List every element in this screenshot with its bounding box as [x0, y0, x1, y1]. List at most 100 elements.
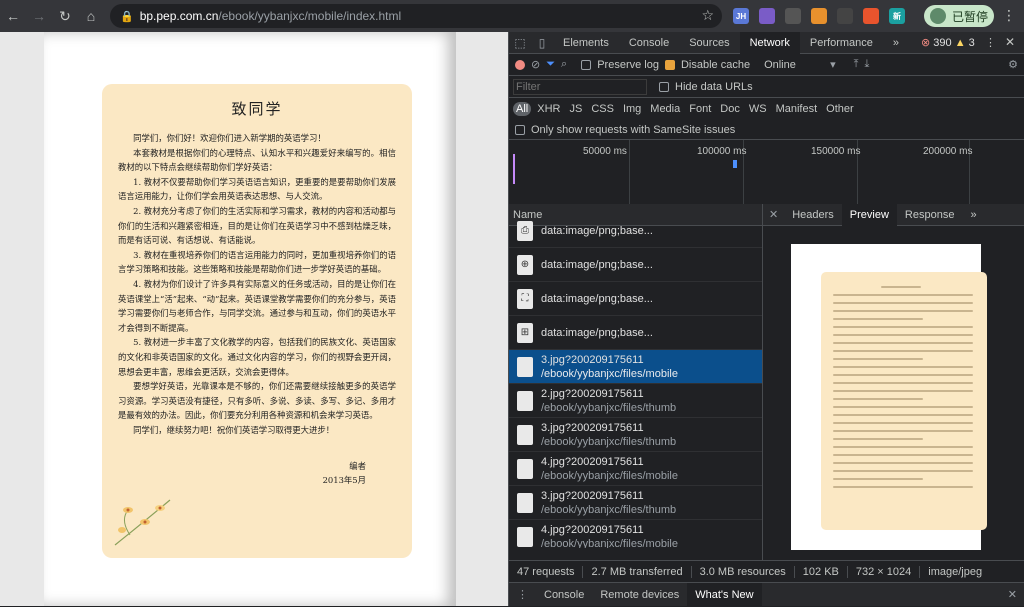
image-preview	[791, 244, 987, 550]
preview-size: 102 KB	[795, 565, 848, 578]
request-row[interactable]: 2.jpg?200209175611/ebook/yybanjxc/files/…	[509, 384, 762, 418]
profile-paused-button[interactable]: 已暂停	[924, 5, 994, 27]
zoom-icon: ⊕	[517, 254, 533, 275]
devtools-tab-sources[interactable]: Sources	[679, 32, 739, 54]
drawer-menu-icon[interactable]: ⋮	[509, 588, 536, 601]
preserve-log-checkbox[interactable]	[581, 59, 592, 70]
clear-icon[interactable]: ⊘	[531, 58, 540, 71]
request-row[interactable]: 4.jpg?200209175611/ebook/yybanjxc/files/…	[509, 452, 762, 486]
type-filter-css[interactable]: CSS	[588, 102, 617, 116]
close-detail-icon[interactable]: ✕	[763, 208, 784, 221]
extension-icon[interactable]	[863, 8, 879, 24]
type-filter-media[interactable]: Media	[647, 102, 683, 116]
bookmark-star-icon[interactable]: ☆	[701, 7, 714, 24]
type-filter-js[interactable]: JS	[566, 102, 585, 116]
letter-paragraph: 同学们，继续努力吧！祝你们英语学习取得更大进步！	[133, 424, 335, 435]
preview-text-line	[833, 294, 973, 296]
detail-tab-headers[interactable]: Headers	[784, 204, 842, 226]
issue-counts[interactable]: ⊗ 390 ▲ 3	[921, 36, 975, 49]
detail-tab-response[interactable]: Response	[897, 204, 963, 226]
type-filter-ws[interactable]: WS	[746, 102, 770, 116]
device-toolbar-icon[interactable]: ▯	[531, 32, 553, 54]
detail-tab-more[interactable]: »	[962, 204, 984, 226]
request-list: Name ⎙ data:image/png;base... ⊕ data:image/…	[509, 204, 763, 560]
preview-text-line	[833, 398, 923, 400]
drawer-tab-console[interactable]: Console	[536, 583, 592, 607]
request-row[interactable]: 3.jpg?200209175611/ebook/yybanjxc/files/…	[509, 350, 762, 384]
home-icon[interactable]: ⌂	[78, 3, 104, 29]
drawer-tab-whatsnew[interactable]: What's New	[687, 582, 762, 607]
close-devtools-icon[interactable]: ✕	[1005, 35, 1015, 49]
letter-paragraph: 1. 教材不仅要帮助你们学习英语语言知识，更重要的是要帮助你们发展语言运用能力，…	[118, 176, 396, 202]
request-row[interactable]: ⎙ data:image/png;base...	[509, 214, 762, 248]
type-filter-other[interactable]: Other	[823, 102, 857, 116]
address-bar[interactable]: 🔒 bp.pep.com.cn/ebook/yybanjxc/mobile/in…	[110, 4, 722, 28]
extension-icon[interactable]	[837, 8, 853, 24]
devtools-panel: ⬚ ▯ Elements Console Sources Network Perform…	[508, 31, 1024, 607]
request-row[interactable]: 3.jpg?200209175611/ebook/yybanjxc/files/…	[509, 418, 762, 452]
inspect-element-icon[interactable]: ⬚	[509, 32, 531, 54]
extension-icon[interactable]	[759, 8, 775, 24]
network-status-bar: 47 requests 2.7 MB transferred 3.0 MB re…	[509, 560, 1024, 582]
request-row[interactable]: 3.jpg?200209175611/ebook/yybanjxc/files/…	[509, 486, 762, 520]
record-icon[interactable]	[515, 59, 525, 70]
forward-icon[interactable]: →	[26, 3, 52, 29]
preview-text-line	[833, 414, 973, 416]
preview-text-line	[833, 430, 973, 432]
request-name: 3.jpg?200209175611	[541, 353, 644, 366]
request-row[interactable]: ⊕ data:image/png;base...	[509, 248, 762, 282]
preview-text-line	[833, 382, 973, 384]
request-name: 4.jpg?200209175611	[541, 523, 644, 536]
devtools-tab-performance[interactable]: Performance	[800, 32, 883, 54]
close-drawer-icon[interactable]: ✕	[1008, 588, 1017, 601]
request-name: data:image/png;base...	[541, 224, 653, 237]
resources-size: 3.0 MB resources	[692, 565, 795, 578]
extension-icon[interactable]: 新	[889, 8, 905, 24]
preview-dimensions: 732 × 1024	[848, 565, 921, 578]
devtools-tab-elements[interactable]: Elements	[553, 32, 619, 54]
filter-input[interactable]	[513, 78, 647, 95]
preview-text-line	[833, 462, 973, 464]
extension-icon[interactable]: JH	[733, 8, 749, 24]
preview-text-line	[833, 374, 973, 376]
devtools-menu-icon[interactable]: ⋮	[985, 36, 996, 49]
preview-text-line	[833, 470, 973, 472]
filter-icon[interactable]: ⏷	[546, 58, 555, 71]
network-settings-gear-icon[interactable]: ⚙	[1008, 58, 1018, 71]
type-filter-doc[interactable]: Doc	[717, 102, 743, 116]
type-filter-img[interactable]: Img	[620, 102, 644, 116]
request-row[interactable]: ⛶ data:image/png;base...	[509, 282, 762, 316]
extension-icon[interactable]	[811, 8, 827, 24]
extension-icon[interactable]	[785, 8, 801, 24]
throttling-select[interactable]: Online	[764, 59, 824, 71]
type-filter-manifest[interactable]: Manifest	[773, 102, 821, 116]
reload-icon[interactable]: ↻	[52, 3, 78, 29]
preview-text-line	[833, 446, 973, 448]
url-path: /ebook/yybanjxc/mobile/index.html	[218, 9, 402, 23]
type-filter-xhr[interactable]: XHR	[534, 102, 563, 116]
samesite-checkbox[interactable]	[515, 124, 525, 135]
request-row[interactable]: 4.jpg?200209175611/ebook/yybanjxc/files/…	[509, 520, 762, 548]
import-har-icon[interactable]: ⤒	[854, 58, 859, 71]
type-filter-all[interactable]: All	[513, 102, 532, 116]
warning-count: 3	[968, 37, 975, 49]
devtools-tab-[interactable]: »	[883, 32, 909, 54]
chevron-down-icon[interactable]: ▾	[830, 58, 836, 71]
back-icon[interactable]: ←	[0, 3, 26, 29]
drawer-tab-remotedevices[interactable]: Remote devices	[592, 583, 687, 607]
page-thumb-icon	[517, 458, 533, 479]
browser-menu-icon[interactable]: ⋮	[1002, 7, 1016, 24]
devtools-tab-console[interactable]: Console	[619, 32, 679, 54]
export-har-icon[interactable]: ⤓	[864, 58, 869, 71]
disable-cache-checkbox[interactable]	[664, 59, 675, 70]
search-icon[interactable]: ⌕	[561, 58, 567, 71]
type-filter-font[interactable]: Font	[686, 102, 714, 116]
letter-paragraph: 4. 教材为你们设计了许多具有实际意义的任务或活动，目的是让你们在英语课堂上“活…	[118, 278, 396, 333]
request-row[interactable]: ⊞ data:image/png;base...	[509, 316, 762, 350]
network-overview-timeline[interactable]: 50000 ms 100000 ms 150000 ms 200000 ms	[509, 140, 1024, 208]
devtools-tab-network[interactable]: Network	[739, 31, 800, 54]
hide-data-urls-checkbox[interactable]	[659, 81, 669, 92]
preview-text-line	[833, 318, 923, 320]
request-name: 3.jpg?200209175611	[541, 489, 644, 502]
detail-tab-preview[interactable]: Preview	[841, 203, 897, 226]
